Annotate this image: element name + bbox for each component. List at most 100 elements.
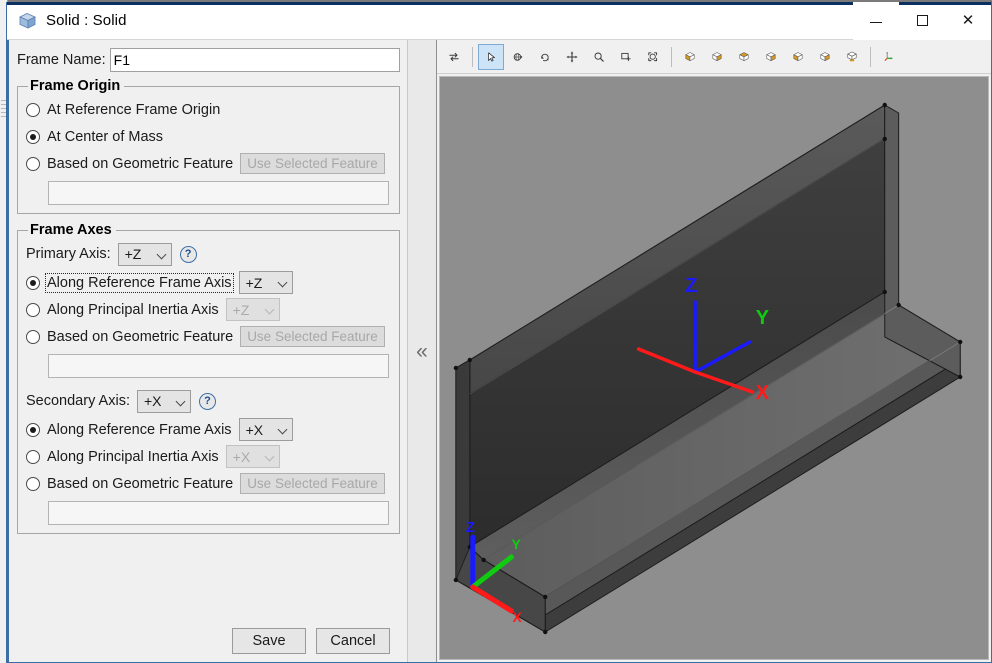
pan-view-icon[interactable] — [559, 44, 585, 70]
origin-option-label: At Reference Frame Origin — [47, 101, 221, 118]
chevron-down-icon — [279, 278, 288, 287]
origin-option-label: At Center of Mass — [47, 128, 164, 145]
save-button[interactable]: Save — [232, 628, 306, 654]
secondary-axis-value: +X — [143, 393, 162, 409]
origin-use-selected-feature-button: Use Selected Feature — [240, 153, 385, 174]
chevron-down-icon — [266, 305, 275, 314]
frame-axes-group: Frame Axes Primary Axis: +Z ? Along Refe… — [17, 222, 400, 534]
origin-option-label: Based on Geometric Feature — [47, 155, 234, 172]
cancel-button[interactable]: Cancel — [316, 628, 390, 654]
world-triad-z-label: Z — [466, 519, 475, 536]
title-bar[interactable]: Solid : Solid ✕ — [7, 1, 991, 40]
3d-viewport[interactable]: Z Y X Z Y X — [439, 76, 989, 660]
toolbar-separator — [671, 46, 672, 67]
primary-reference-axis-value: +Z — [245, 274, 263, 291]
secondary-feature-field[interactable] — [48, 501, 389, 525]
zoom-window-icon[interactable] — [613, 44, 639, 70]
solid-cube-icon — [18, 12, 37, 30]
chevron-left-double-icon: « — [416, 339, 428, 363]
triad-y-label: Y — [756, 307, 769, 329]
maximize-icon[interactable] — [899, 1, 945, 40]
primary-axis-select[interactable]: +Z — [117, 242, 172, 266]
view-front-icon[interactable] — [677, 44, 703, 70]
primary-inertia-axis-value: +Z — [232, 301, 250, 318]
show-axes-icon[interactable] — [876, 44, 902, 70]
viewport-canvas[interactable]: Z Y X Z Y X — [440, 77, 988, 659]
rotate-view-icon[interactable] — [505, 44, 531, 70]
radio-icon[interactable] — [26, 129, 40, 144]
radio-icon[interactable] — [26, 329, 40, 344]
primary-axis-label: Primary Axis: — [26, 246, 111, 262]
secondary-inertia-axis-select: +X — [225, 445, 280, 468]
primary-option-label: Along Reference Frame Axis — [45, 272, 234, 293]
panel-collapse-splitter[interactable]: « — [407, 40, 437, 662]
radio-icon[interactable] — [26, 302, 40, 317]
frame-origin-group: Frame Origin At Reference Frame Origin A… — [17, 78, 400, 214]
frame-axes-legend: Frame Axes — [30, 222, 112, 238]
radio-icon[interactable] — [26, 476, 40, 491]
secondary-axis-help-button[interactable]: ? — [198, 392, 216, 410]
primary-axis-help-button[interactable]: ? — [179, 245, 197, 263]
zoom-view-icon[interactable] — [586, 44, 612, 70]
radio-icon[interactable] — [26, 156, 40, 171]
solid-dialog-window: Solid : Solid ✕ Frame Name: Frame Origin — [6, 1, 992, 663]
chevron-down-icon — [177, 397, 186, 406]
view-bottom-icon[interactable] — [758, 44, 784, 70]
secondary-axis-select[interactable]: +X — [136, 389, 191, 413]
toolbar-separator — [870, 46, 871, 67]
secondary-inertia-axis-value: +X — [232, 448, 251, 465]
secondary-axis-label: Secondary Axis: — [26, 393, 130, 409]
primary-option-principal-inertia-axis[interactable]: Along Principal Inertia Axis +Z — [26, 296, 391, 323]
world-triad-x-label: X — [512, 609, 522, 625]
secondary-option-principal-inertia-axis[interactable]: Along Principal Inertia Axis +X — [26, 443, 391, 470]
view-left-icon[interactable] — [785, 44, 811, 70]
window-controls: ✕ — [853, 1, 991, 40]
view-right-icon[interactable] — [731, 44, 757, 70]
close-icon[interactable]: ✕ — [945, 1, 991, 40]
primary-option-label: Based on Geometric Feature — [47, 328, 234, 345]
world-triad-y-label: Y — [511, 536, 521, 552]
secondary-axis-row: Secondary Axis: +X ? — [26, 387, 391, 415]
secondary-option-label: Along Principal Inertia Axis — [47, 448, 219, 465]
dialog-body: Frame Name: Frame Origin At Reference Fr… — [7, 40, 991, 662]
view-back-icon[interactable] — [812, 44, 838, 70]
secondary-option-label: Based on Geometric Feature — [47, 475, 234, 492]
frame-name-input[interactable] — [109, 48, 400, 72]
primary-use-selected-feature-button: Use Selected Feature — [240, 326, 385, 347]
primary-option-reference-frame-axis[interactable]: Along Reference Frame Axis +Z — [26, 269, 391, 296]
primary-inertia-axis-select: +Z — [225, 298, 280, 321]
origin-option-reference-frame[interactable]: At Reference Frame Origin — [26, 96, 391, 123]
primary-feature-field[interactable] — [48, 354, 389, 378]
view-top-icon[interactable] — [704, 44, 730, 70]
radio-icon[interactable] — [26, 275, 40, 290]
origin-option-geometric-feature[interactable]: Based on Geometric Feature Use Selected … — [26, 150, 391, 177]
toolbar-separator — [472, 46, 473, 67]
minimize-icon[interactable] — [853, 1, 899, 40]
origin-feature-field[interactable] — [48, 181, 389, 205]
radio-icon[interactable] — [26, 422, 40, 437]
primary-reference-axis-select[interactable]: +Z — [238, 271, 293, 294]
viewport-panel: Z Y X Z Y X — [437, 40, 991, 662]
toggle-view-icon[interactable] — [441, 44, 467, 70]
view-isometric-icon[interactable] — [839, 44, 865, 70]
origin-option-center-of-mass[interactable]: At Center of Mass — [26, 123, 391, 150]
select-cursor-icon[interactable] — [478, 43, 504, 70]
radio-icon[interactable] — [26, 102, 40, 117]
secondary-reference-axis-select[interactable]: +X — [238, 418, 293, 441]
secondary-use-selected-feature-button: Use Selected Feature — [240, 473, 385, 494]
primary-option-label: Along Principal Inertia Axis — [47, 301, 219, 318]
fit-to-window-icon[interactable] — [640, 44, 666, 70]
window-title: Solid : Solid — [46, 12, 127, 29]
triad-z-label: Z — [685, 275, 697, 297]
form-spacer — [15, 542, 400, 621]
orbit-view-icon[interactable] — [532, 44, 558, 70]
viewport-toolbar — [437, 40, 991, 74]
radio-icon[interactable] — [26, 449, 40, 464]
chevron-down-icon — [158, 250, 167, 259]
primary-option-geometric-feature[interactable]: Based on Geometric Feature Use Selected … — [26, 323, 391, 350]
frame-origin-legend: Frame Origin — [30, 78, 121, 94]
dialog-button-bar: Save Cancel — [15, 621, 400, 662]
chevron-down-icon — [279, 425, 288, 434]
secondary-option-reference-frame-axis[interactable]: Along Reference Frame Axis +X — [26, 416, 391, 443]
secondary-option-geometric-feature[interactable]: Based on Geometric Feature Use Selected … — [26, 470, 391, 497]
